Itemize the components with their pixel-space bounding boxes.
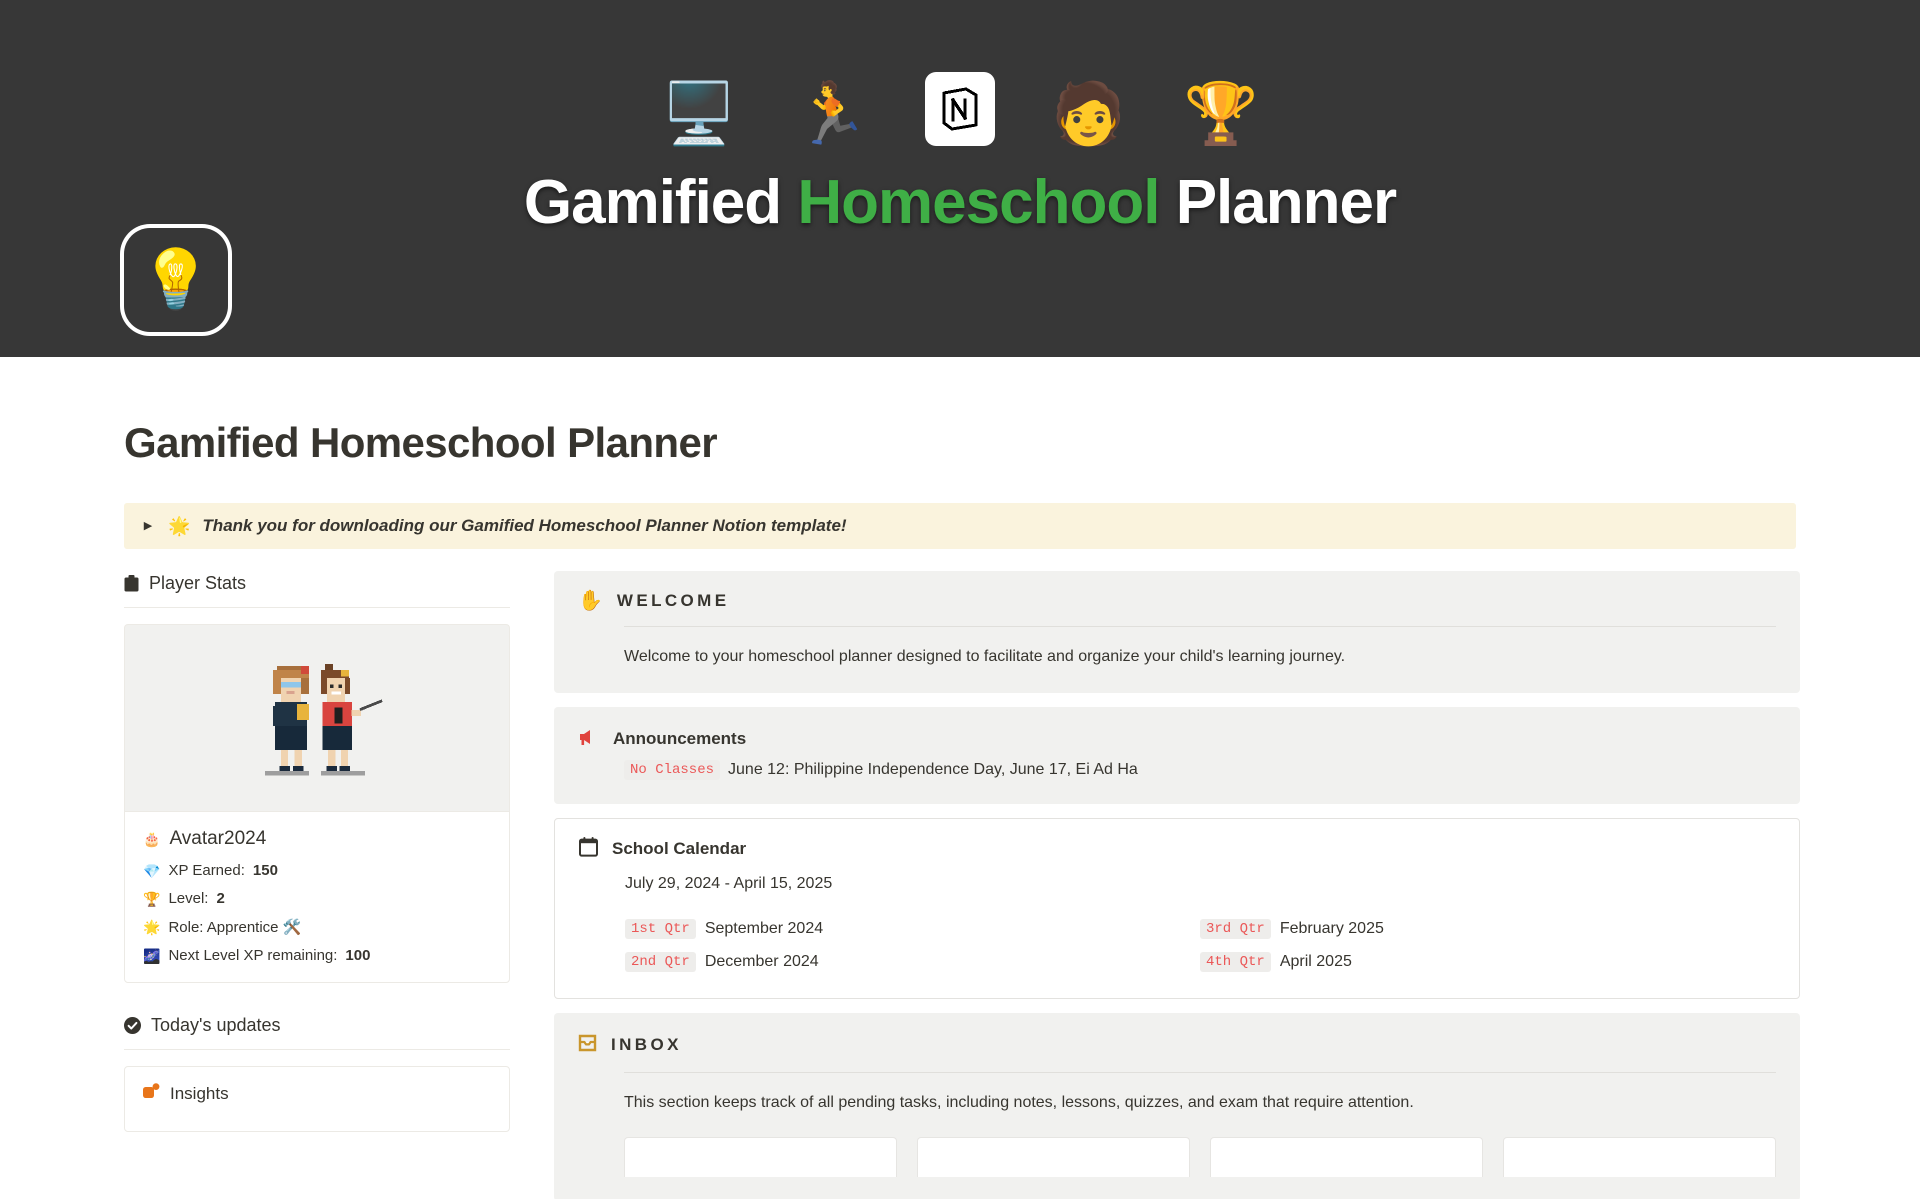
page-title: Gamified Homeschool Planner bbox=[124, 419, 718, 466]
inbox-tray-icon bbox=[578, 1033, 597, 1057]
divider bbox=[624, 626, 1776, 627]
stat-level: 🏆 Level: 2 bbox=[143, 890, 491, 907]
cover-title: Gamified Homeschool Planner bbox=[523, 168, 1397, 237]
lightbulb-icon: 💡 bbox=[139, 247, 213, 312]
notion-logo-icon bbox=[927, 74, 993, 144]
quarters-grid: 1st Qtr September 2024 3rd Qtr February … bbox=[625, 919, 1775, 972]
school-calendar-heading: School Calendar bbox=[612, 839, 747, 858]
stat-label: XP Earned: bbox=[168, 862, 245, 879]
stat-label: Next Level XP remaining: bbox=[168, 947, 338, 964]
inbox-heading: INBOX bbox=[611, 1035, 682, 1054]
insights-label: Insights bbox=[170, 1084, 229, 1103]
quarter-tag: 1st Qtr bbox=[625, 919, 696, 939]
megaphone-icon bbox=[578, 727, 599, 751]
page-body: Gamified Homeschool Planner ▶ 🌟 Thank yo… bbox=[0, 419, 1920, 1199]
quarter-item: 2nd Qtr December 2024 bbox=[625, 952, 1200, 972]
gem-icon: 💎 bbox=[143, 862, 161, 879]
cover-title-word-2: Homeschool bbox=[797, 168, 1176, 237]
sidebar-column: Player Stats 🎂 Avatar2024 💎 XP Earned: 1… bbox=[124, 571, 532, 1199]
glowing-star-icon: 🌟 bbox=[143, 919, 161, 935]
quarter-tag: 4th Qtr bbox=[1200, 952, 1271, 972]
inbox-block: INBOX This section keeps track of all pe… bbox=[554, 1013, 1800, 1199]
cake-icon: 🎂 bbox=[143, 831, 161, 847]
main-column: ✋ WELCOME Welcome to your homeschool pla… bbox=[532, 571, 1800, 1199]
cover-banner: 🖥️ 🏃 🧑 🏆 Gamified Homeschool Planner 💡 bbox=[0, 0, 1920, 357]
school-calendar-block: School Calendar July 29, 2024 - April 15… bbox=[554, 818, 1800, 999]
quarter-value: December 2024 bbox=[704, 953, 819, 970]
clipboard-icon bbox=[124, 575, 139, 592]
announcements-header: Announcements bbox=[578, 727, 1776, 751]
cover-emoji-row: 🖥️ 🏃 🧑 🏆 bbox=[661, 38, 1259, 147]
check-circle-icon bbox=[124, 1017, 141, 1034]
quarter-tag: 3rd Qtr bbox=[1200, 919, 1271, 939]
welcome-header: ✋ WELCOME bbox=[578, 591, 1776, 611]
quarter-tag: 2nd Qtr bbox=[625, 952, 696, 972]
no-classes-tag: No Classes bbox=[624, 760, 721, 780]
page-icon-lightbulb[interactable]: 💡 bbox=[124, 228, 228, 332]
announcements-heading: Announcements bbox=[613, 729, 747, 748]
desktop-computer-icon: 🖥️ bbox=[661, 80, 737, 147]
avatar-name-row: 🎂 Avatar2024 bbox=[143, 828, 491, 850]
glowing-star-icon: 🌟 bbox=[168, 516, 191, 536]
player-stats-label: Player Stats bbox=[149, 573, 247, 593]
callout-text: Thank you for downloading our Gamified H… bbox=[202, 516, 847, 535]
avatar-name: Avatar2024 bbox=[169, 828, 267, 849]
player-stats-heading: Player Stats bbox=[124, 571, 510, 594]
thank-you-callout[interactable]: ▶ 🌟 Thank you for downloading our Gamifi… bbox=[124, 503, 1796, 549]
quarter-item: 1st Qtr September 2024 bbox=[625, 919, 1200, 939]
inbox-card[interactable] bbox=[624, 1137, 897, 1177]
trophy-icon: 🏆 bbox=[1183, 80, 1259, 147]
pixel-avatar-image bbox=[265, 664, 383, 776]
insights-card[interactable]: Insights bbox=[124, 1066, 510, 1132]
inbox-card-list bbox=[624, 1137, 1776, 1177]
chevron-right-icon[interactable]: ▶ bbox=[140, 520, 156, 532]
pixel-student-icon: 🧑 bbox=[1051, 80, 1126, 147]
stat-value: 2 bbox=[216, 890, 225, 907]
todays-updates-heading: Today's updates bbox=[124, 1013, 510, 1036]
welcome-block: ✋ WELCOME Welcome to your homeschool pla… bbox=[554, 571, 1800, 693]
stat-value: 150 bbox=[252, 862, 278, 879]
quarter-value: April 2025 bbox=[1279, 953, 1352, 970]
announcement-text: June 12: Philippine Independence Day, Ju… bbox=[728, 761, 1138, 778]
todays-updates-label: Today's updates bbox=[151, 1015, 281, 1035]
divider bbox=[624, 1072, 1776, 1073]
content-columns: Player Stats 🎂 Avatar2024 💎 XP Earned: 1… bbox=[124, 571, 1800, 1199]
quarter-item: 4th Qtr April 2025 bbox=[1200, 952, 1775, 972]
stat-label: Level: bbox=[168, 890, 209, 907]
stat-label: Role: Apprentice 🛠️ bbox=[168, 919, 302, 936]
raised-hand-icon: ✋ bbox=[578, 590, 603, 612]
divider bbox=[124, 607, 510, 608]
quarter-item: 3rd Qtr February 2025 bbox=[1200, 919, 1775, 939]
cover-title-word-3: Planner bbox=[1175, 168, 1397, 237]
school-calendar-range: July 29, 2024 - April 15, 2025 bbox=[625, 875, 833, 892]
insights-title-row: Insights bbox=[143, 1083, 491, 1105]
announcements-block: Announcements No Classes June 12: Philip… bbox=[554, 707, 1800, 804]
stat-xp-earned: 💎 XP Earned: 150 bbox=[143, 862, 491, 879]
stat-value: 100 bbox=[345, 947, 371, 964]
announcement-item: No Classes June 12: Philippine Independe… bbox=[624, 760, 1776, 780]
divider bbox=[124, 1049, 510, 1050]
avatar-preview[interactable] bbox=[124, 624, 510, 811]
trophy-icon: 🏆 bbox=[143, 890, 161, 907]
inbox-body: This section keeps track of all pending … bbox=[624, 1094, 1414, 1111]
stat-next-level-xp: 🌌 Next Level XP remaining: 100 bbox=[143, 947, 491, 964]
inbox-card[interactable] bbox=[1503, 1137, 1776, 1177]
welcome-body: Welcome to your homeschool planner desig… bbox=[624, 648, 1346, 665]
milky-way-icon: 🌌 bbox=[143, 947, 161, 964]
inbox-header: INBOX bbox=[578, 1033, 1776, 1057]
orange-circles-icon bbox=[143, 1083, 160, 1105]
inbox-card[interactable] bbox=[1210, 1137, 1483, 1177]
quarter-value: February 2025 bbox=[1279, 920, 1384, 937]
stat-role: 🌟 Role: Apprentice 🛠️ bbox=[143, 918, 491, 936]
pixel-runner-icon: 🏃 bbox=[794, 80, 869, 147]
calendar-icon bbox=[579, 837, 598, 861]
inbox-card[interactable] bbox=[917, 1137, 1190, 1177]
welcome-heading: WELCOME bbox=[616, 591, 730, 610]
school-calendar-header: School Calendar bbox=[579, 837, 1775, 861]
player-stats-card: 🎂 Avatar2024 💎 XP Earned: 150 🏆 Level: 2… bbox=[124, 811, 510, 983]
quarter-value: September 2024 bbox=[704, 920, 824, 937]
cover-title-word-1: Gamified bbox=[523, 168, 798, 237]
